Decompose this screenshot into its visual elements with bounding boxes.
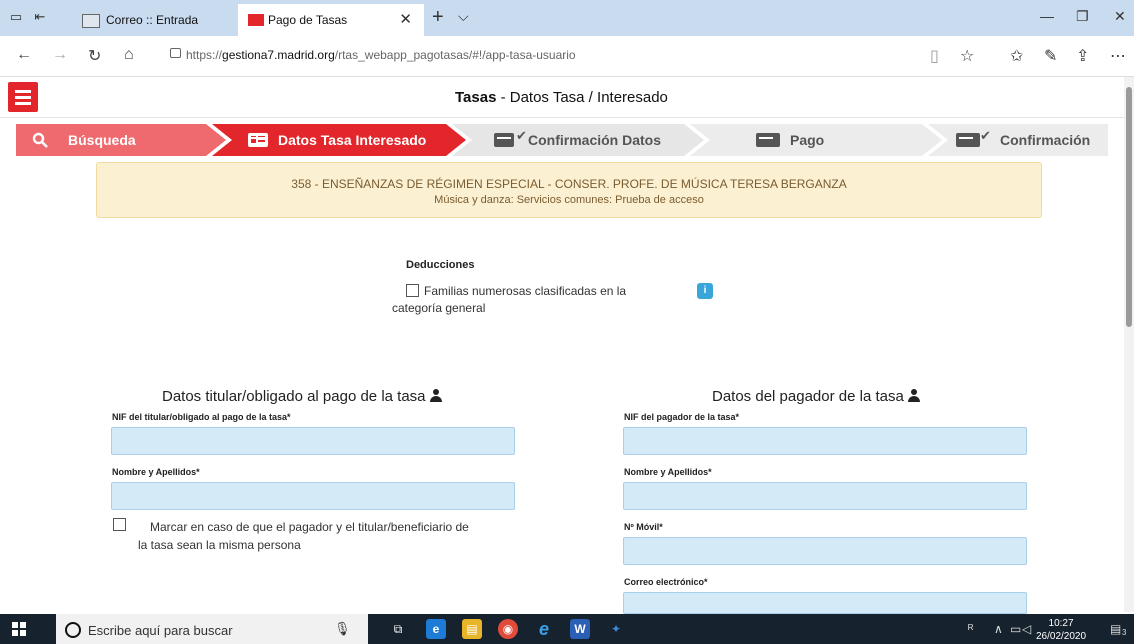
titular-nif-label: NIF del titular/obligado al pago de la t… (112, 412, 291, 422)
step-confirmacion-datos[interactable]: ✔ Confirmación Datos (452, 124, 704, 156)
titular-nombre-input[interactable] (111, 482, 515, 510)
step-confirmacion-pago[interactable]: ✔ Confirmación Pago (928, 124, 1108, 156)
clock-time: 10:27 (1048, 618, 1074, 629)
close-tab-icon[interactable]: ✕ (399, 4, 412, 36)
browser-tab-pago-tasas[interactable]: Pago de Tasas ✕ (238, 4, 424, 36)
favorites-hub-icon[interactable]: ✩ (1010, 46, 1023, 66)
id-card-icon (494, 133, 514, 147)
page-scrollbar[interactable] (1124, 77, 1134, 612)
cortana-icon (65, 622, 81, 638)
taskbar-search-box[interactable]: Escribe aquí para buscar 🎙 (56, 614, 368, 644)
deducciones-title: Deducciones (406, 259, 475, 271)
step-label: Pago (790, 132, 825, 148)
pagador-nif-label: NIF del pagador de la tasa* (624, 412, 740, 422)
mail-favicon-icon (82, 14, 100, 28)
pagador-movil-input[interactable] (623, 537, 1027, 565)
pagador-nif-input[interactable] (623, 427, 1027, 455)
windows-start-icon[interactable] (12, 622, 26, 636)
madrid-favicon-icon (248, 14, 264, 26)
share-icon[interactable]: ⇪ (1076, 46, 1089, 66)
browser-tab-correo[interactable]: Correo :: Entrada (76, 4, 236, 36)
minimize-icon[interactable]: — (1040, 8, 1054, 24)
browser-tab-label: Correo :: Entrada (106, 13, 199, 27)
tasa-code-line: 358 - ENSEÑANZAS DE RÉGIMEN ESPECIAL - C… (291, 177, 847, 191)
restore-icon[interactable]: ❐ (1076, 8, 1089, 25)
credit-card-icon (756, 133, 780, 147)
people-icon[interactable]: ᴿ (968, 622, 973, 636)
media-app-icon[interactable]: ✦ (606, 619, 626, 639)
more-icon[interactable]: ⋯ (1110, 46, 1126, 66)
pagador-movil-label: Nº Móvil* (624, 522, 663, 532)
page-title: Tasas - Datos Tasa / Interesado (455, 89, 668, 106)
chrome-icon[interactable]: ◉ (498, 619, 518, 639)
step-pago[interactable]: Pago (690, 124, 942, 156)
pagador-section-title: Datos del pagador de la tasa (712, 388, 921, 405)
step-datos-tasa[interactable]: Datos Tasa Interesado (212, 124, 466, 156)
check-icon: ✔ (516, 128, 527, 143)
page-header: Tasas - Datos Tasa / Interesado (0, 77, 1124, 118)
notification-count: 3 (1122, 628, 1127, 637)
credit-card-icon (956, 133, 980, 147)
word-icon[interactable]: W (570, 619, 590, 639)
titular-section-title: Datos titular/obligado al pago de la tas… (162, 388, 443, 405)
step-busqueda[interactable]: Búsqueda (16, 124, 226, 156)
id-card-icon (248, 133, 268, 147)
same-person-checkbox[interactable] (113, 518, 126, 531)
edge-icon[interactable]: e (426, 619, 446, 639)
show-hidden-icons[interactable]: ∧ (994, 622, 1003, 636)
familias-numerosas-label: Familias numerosas clasificadas en la ca… (392, 284, 627, 315)
forward-icon[interactable]: → (52, 46, 68, 64)
clock-date: 26/02/2020 (1036, 631, 1087, 642)
tasa-info-banner: 358 - ENSEÑANZAS DE RÉGIMEN ESPECIAL - C… (96, 162, 1042, 218)
back-icon[interactable]: ← (16, 46, 32, 64)
scroll-thumb[interactable] (1126, 87, 1132, 327)
close-window-icon[interactable]: ✕ (1114, 8, 1126, 25)
pagador-email-input[interactable] (623, 592, 1027, 614)
windows-taskbar: Escribe aquí para buscar 🎙 ⧉ e ▤ ◉ e W ✦… (0, 614, 1134, 644)
step-label: Búsqueda (68, 132, 136, 148)
step-label: Confirmación Datos (528, 132, 662, 148)
step-label: Datos Tasa Interesado (278, 132, 427, 148)
url-field[interactable]: https://gestiona7.madrid.org/rtas_webapp… (186, 48, 576, 62)
taskbar-search-placeholder: Escribe aquí para buscar (88, 623, 233, 638)
info-icon[interactable]: i (697, 283, 713, 299)
same-person-label: Marcar en caso de que el pagador y el ti… (138, 520, 469, 552)
notifications-icon[interactable]: ▤ (1110, 622, 1121, 636)
home-icon[interactable]: ⌂ (124, 46, 134, 64)
lock-icon (170, 48, 181, 58)
titular-nif-input[interactable] (111, 427, 515, 455)
user-icon (907, 389, 921, 402)
wizard-steps: Búsqueda Datos Tasa Interesado ✔ Confirm… (16, 124, 1108, 156)
set-aside-tabs-icon[interactable]: ⇤ (32, 9, 48, 25)
taskbar-clock[interactable]: 10:27 26/02/2020 (1036, 617, 1086, 643)
new-tab-icon[interactable]: + (432, 6, 444, 29)
familias-numerosas-checkbox[interactable] (406, 284, 419, 297)
pagador-nombre-label: Nombre y Apellidos* (624, 467, 712, 477)
file-explorer-icon[interactable]: ▤ (462, 619, 482, 639)
task-view-icon[interactable]: ⧉ (388, 619, 408, 639)
refresh-icon[interactable]: ↻ (88, 46, 101, 66)
browser-tab-label: Pago de Tasas (268, 13, 348, 27)
titular-nombre-label: Nombre y Apellidos* (112, 467, 200, 477)
volume-icon[interactable]: ◁ (1022, 622, 1031, 636)
chevron-down-icon[interactable]: ⌵ (458, 8, 469, 25)
pagador-nombre-input[interactable] (623, 482, 1027, 510)
internet-explorer-icon[interactable]: e (534, 619, 554, 639)
check-icon: ✔ (980, 128, 991, 143)
address-bar: ← → ↻ ⌂ https://gestiona7.madrid.org/rta… (0, 36, 1134, 77)
network-icon[interactable]: ▭ (1010, 622, 1021, 636)
pagador-email-label: Correo electrónico* (624, 577, 708, 587)
favorite-star-icon[interactable]: ☆ (960, 46, 974, 66)
reading-view-icon[interactable]: ▯ (930, 46, 939, 66)
tasa-description-line: Música y danza: Servicios comunes: Prueb… (434, 194, 704, 206)
tab-preview-icon[interactable]: ▭ (8, 9, 24, 25)
menu-icon[interactable] (8, 82, 38, 112)
microphone-icon[interactable]: 🎙 (334, 621, 351, 637)
pen-notes-icon[interactable]: ✎ (1044, 46, 1057, 66)
user-icon (429, 389, 443, 402)
browser-tab-bar: ▭ ⇤ Correo :: Entrada Pago de Tasas ✕ + … (0, 0, 1134, 36)
search-icon (32, 132, 48, 148)
